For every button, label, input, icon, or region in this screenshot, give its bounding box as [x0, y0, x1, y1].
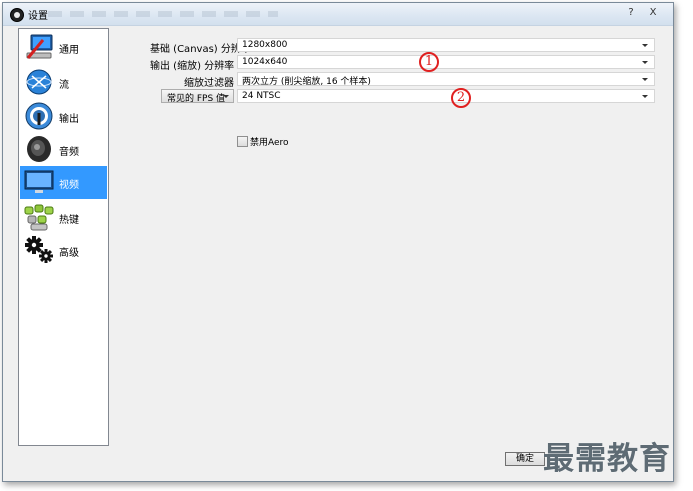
output-resolution-combo[interactable]: 1024x640: [237, 55, 655, 69]
fps-value: 24 NTSC: [242, 91, 281, 101]
sidebar-item-audio[interactable]: 音频: [20, 133, 107, 166]
advanced-gears-icon: [25, 236, 53, 263]
watermark: 最需教育: [543, 441, 671, 477]
chevron-down-icon: [642, 44, 648, 47]
output-resolution-value: 1024x640: [242, 57, 288, 67]
base-resolution-value: 1280x800: [242, 40, 288, 50]
title-bar: 设置 ? X: [3, 3, 673, 26]
sidebar-item-hotkeys[interactable]: 热键: [20, 201, 107, 234]
video-monitor-icon: [24, 170, 54, 193]
help-button[interactable]: ?: [621, 6, 641, 20]
sidebar-item-output[interactable]: 输出: [20, 100, 107, 133]
annotation-marker-1: 1: [419, 52, 439, 72]
stream-globe-icon: [26, 69, 52, 95]
sidebar-item-video[interactable]: 视频: [20, 166, 107, 199]
sidebar-item-stream[interactable]: 流: [20, 66, 107, 99]
ok-button[interactable]: 确定: [505, 452, 545, 466]
close-button[interactable]: X: [643, 6, 663, 20]
annotation-marker-2: 2: [451, 88, 471, 108]
sidebar-item-label: 通用: [59, 45, 79, 56]
sidebar-item-label: 高级: [59, 248, 79, 259]
sidebar-item-general[interactable]: 通用: [20, 31, 107, 64]
obs-app-icon: [10, 8, 24, 22]
downscale-filter-value: 两次立方 (削尖缩放, 16 个样本): [242, 77, 371, 87]
disable-aero-checkbox[interactable]: [237, 136, 248, 147]
audio-speaker-icon: [27, 136, 51, 162]
chevron-down-icon: [642, 61, 648, 64]
sidebar-item-advanced[interactable]: 高级: [20, 234, 107, 267]
sidebar-item-label: 音频: [59, 147, 79, 158]
window-title: 设置: [28, 11, 48, 22]
downscale-filter-label: 缩放过滤器: [184, 78, 234, 89]
chevron-down-icon: [223, 95, 229, 98]
sidebar-item-label: 视频: [59, 180, 79, 191]
hotkeys-keyboard-icon: [24, 204, 54, 231]
output-broadcast-icon: [25, 102, 53, 130]
chevron-down-icon: [642, 78, 648, 81]
downscale-filter-combo[interactable]: 两次立方 (削尖缩放, 16 个样本): [237, 72, 655, 87]
sidebar-item-label: 热键: [59, 215, 79, 226]
settings-sidebar: 通用 流 输出 音频 视频 热键 高级: [18, 28, 109, 446]
base-resolution-label: 基础 (Canvas) 分辨率: [150, 44, 251, 55]
output-resolution-label: 输出 (缩放) 分辨率: [150, 61, 235, 72]
title-blur-strip: [48, 11, 278, 17]
sidebar-item-label: 输出: [59, 114, 79, 125]
title-buttons: ? X: [621, 6, 665, 21]
fps-value-combo[interactable]: 24 NTSC: [237, 89, 655, 103]
general-settings-icon: [26, 34, 53, 59]
sidebar-item-label: 流: [59, 80, 69, 91]
fps-type-value: 常见的 FPS 值: [167, 94, 226, 104]
base-resolution-combo[interactable]: 1280x800: [237, 38, 655, 52]
fps-type-select[interactable]: 常见的 FPS 值: [161, 89, 234, 104]
chevron-down-icon: [642, 95, 648, 98]
disable-aero-label: 禁用Aero: [250, 138, 289, 148]
